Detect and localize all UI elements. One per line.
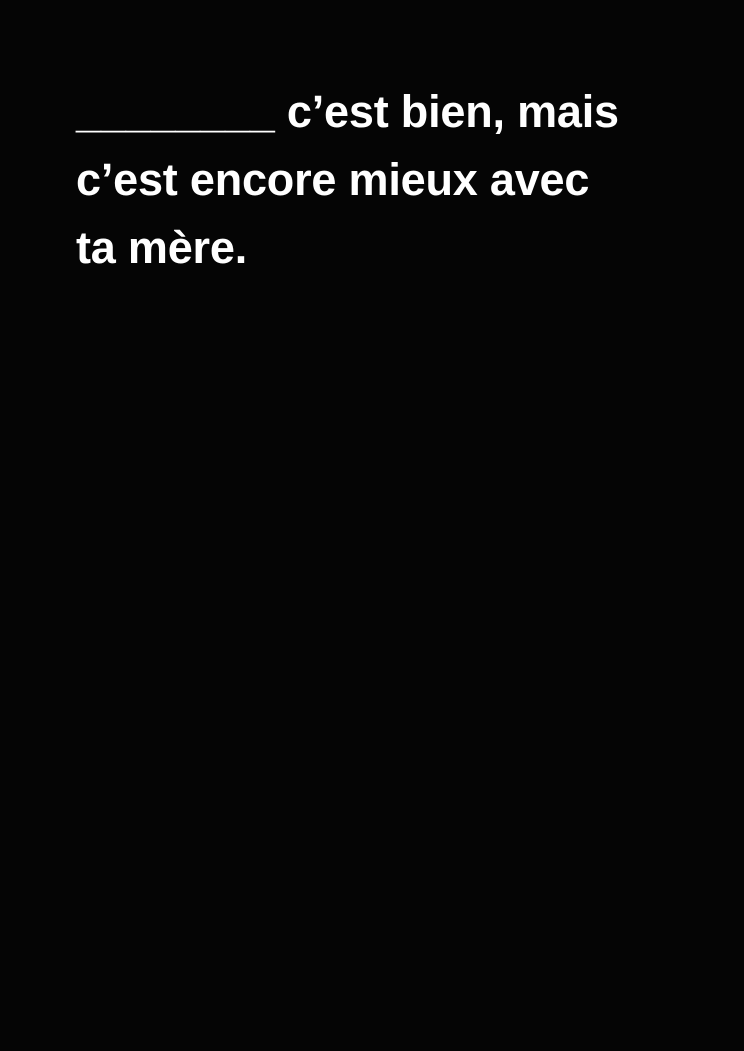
card-prompt-line-2: c’est encore mieux avec [76, 154, 590, 205]
card-prompt-line-1: ________ c’est bien, mais [76, 86, 619, 137]
card-prompt-line-3: ta mère. [76, 222, 247, 273]
black-card: ________ c’est bien, mais c’est encore m… [0, 0, 744, 1051]
card-prompt: ________ c’est bien, mais c’est encore m… [76, 78, 676, 282]
